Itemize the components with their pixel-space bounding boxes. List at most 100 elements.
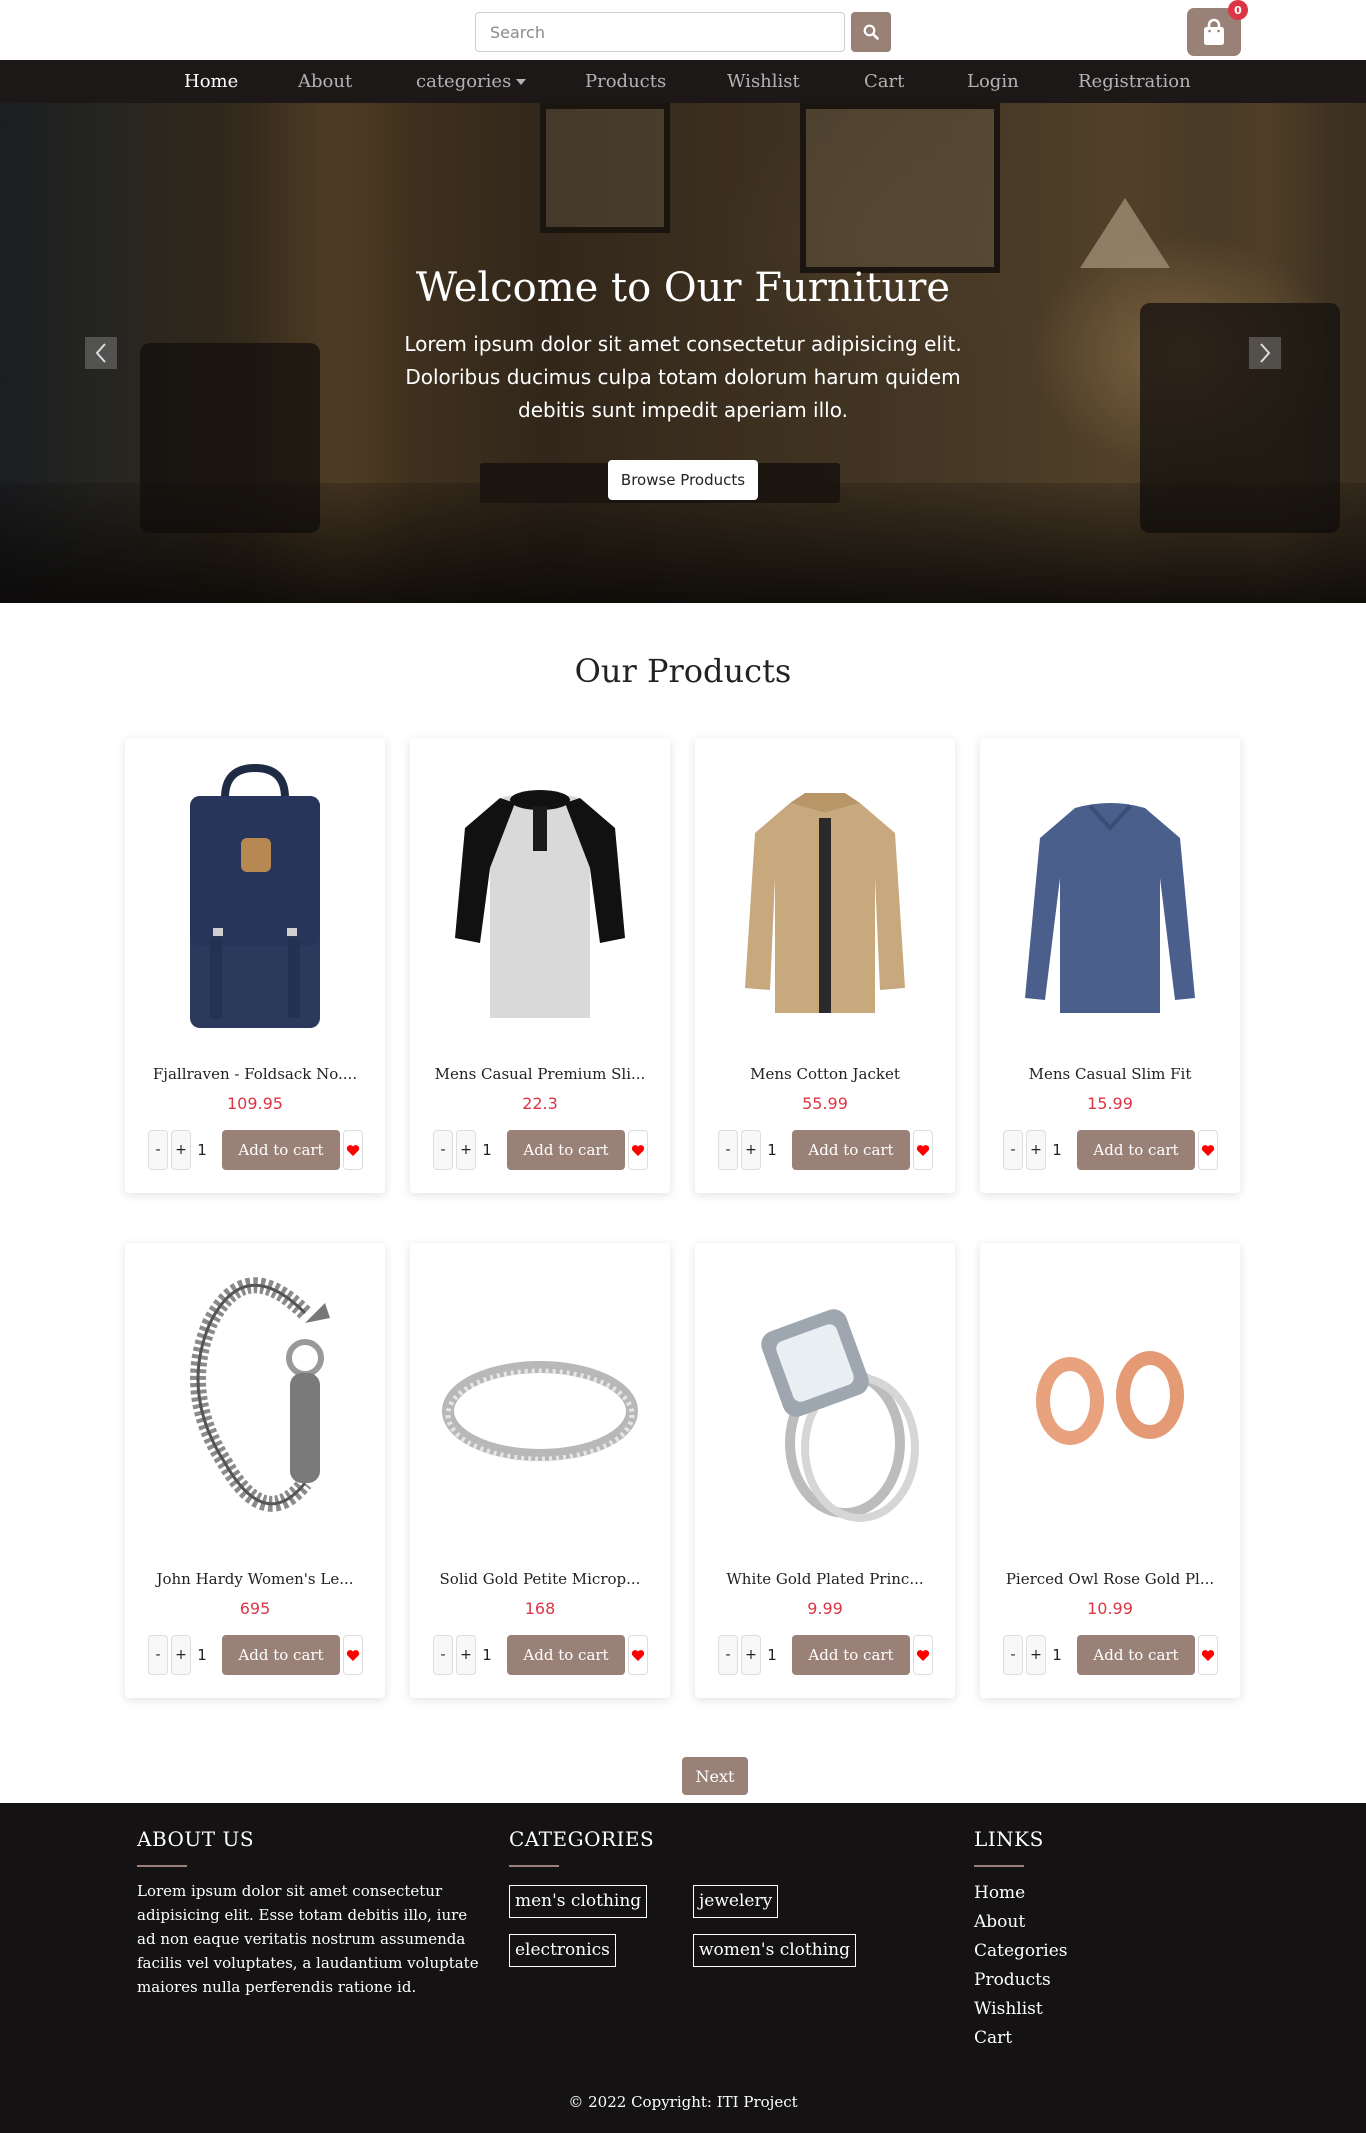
bracelet-image	[190, 1277, 330, 1512]
quantity-increase-button[interactable]: +	[741, 1635, 761, 1675]
jacket-image	[745, 793, 905, 1013]
product-image-backpack[interactable]	[145, 758, 365, 1038]
quantity-value: 1	[1052, 1646, 1062, 1664]
wishlist-button[interactable]	[1198, 1635, 1218, 1675]
earrings-image	[1036, 1351, 1184, 1445]
quantity-decrease-button[interactable]: -	[433, 1130, 453, 1170]
add-to-cart-button[interactable]: Add to cart	[1077, 1130, 1195, 1170]
footer-link-products[interactable]: Products	[974, 1970, 1051, 1990]
wishlist-button[interactable]	[628, 1635, 648, 1675]
product-name[interactable]: Pierced Owl Rose Gold Pl...	[990, 1570, 1230, 1588]
product-price: 22.3	[522, 1094, 558, 1113]
product-image-longsleeve[interactable]	[1000, 758, 1220, 1038]
product-name[interactable]: Mens Casual Slim Fit	[990, 1065, 1230, 1083]
footer-link-categories[interactable]: Categories	[974, 1941, 1068, 1961]
product-price: 109.95	[227, 1094, 283, 1113]
nav-categories-dropdown[interactable]: categories	[416, 60, 527, 103]
quantity-decrease-button[interactable]: -	[148, 1130, 168, 1170]
quantity-increase-button[interactable]: +	[1026, 1130, 1046, 1170]
product-price: 9.99	[807, 1599, 843, 1618]
product-price: 55.99	[802, 1094, 848, 1113]
ring-image	[442, 1361, 638, 1462]
next-page-button[interactable]: Next	[682, 1757, 748, 1795]
product-name[interactable]: John Hardy Women's Le...	[135, 1570, 375, 1588]
quantity-increase-button[interactable]: +	[741, 1130, 761, 1170]
product-image-bracelet[interactable]	[145, 1263, 365, 1543]
footer-about-heading: ABOUT US	[137, 1827, 255, 1851]
add-to-cart-button[interactable]: Add to cart	[222, 1130, 340, 1170]
longsleeve-image	[1025, 803, 1195, 1013]
copyright-text: © 2022 Copyright: ITI Project	[568, 2093, 798, 2111]
wishlist-button[interactable]	[1198, 1130, 1218, 1170]
product-card: Mens Cotton Jacket 55.99 - + 1 Add to ca…	[695, 738, 955, 1193]
quantity-increase-button[interactable]: +	[171, 1130, 191, 1170]
add-to-cart-button[interactable]: Add to cart	[507, 1635, 625, 1675]
nav-cart[interactable]: Cart	[864, 60, 904, 103]
products-section-title: Our Products	[574, 652, 792, 690]
quantity-value: 1	[197, 1646, 207, 1664]
product-card: Mens Casual Slim Fit 15.99 - + 1 Add to …	[980, 738, 1240, 1193]
footer-category-jewelery[interactable]: jewelery	[693, 1885, 779, 1918]
add-to-cart-button[interactable]: Add to cart	[507, 1130, 625, 1170]
carousel-next-button[interactable]	[1249, 337, 1281, 369]
quantity-decrease-button[interactable]: -	[718, 1635, 738, 1675]
quantity-decrease-button[interactable]: -	[433, 1635, 453, 1675]
product-image-jacket[interactable]	[715, 758, 935, 1038]
nav-registration[interactable]: Registration	[1078, 60, 1191, 103]
footer-category-electronics[interactable]: electronics	[509, 1934, 616, 1967]
product-image-diamond-ring[interactable]	[715, 1263, 935, 1543]
quantity-decrease-button[interactable]: -	[1003, 1130, 1023, 1170]
nav-about[interactable]: About	[298, 60, 352, 103]
product-name[interactable]: Fjallraven - Foldsack No....	[135, 1065, 375, 1083]
carousel-prev-button[interactable]	[85, 337, 117, 369]
search-button[interactable]	[851, 12, 891, 52]
heart-icon	[916, 1144, 930, 1156]
quantity-increase-button[interactable]: +	[456, 1635, 476, 1675]
quantity-value: 1	[482, 1646, 492, 1664]
quantity-increase-button[interactable]: +	[456, 1130, 476, 1170]
wishlist-button[interactable]	[913, 1130, 933, 1170]
quantity-increase-button[interactable]: +	[171, 1635, 191, 1675]
product-price: 15.99	[1087, 1094, 1133, 1113]
product-card: Pierced Owl Rose Gold Pl... 10.99 - + 1 …	[980, 1243, 1240, 1698]
product-image-shirt[interactable]	[430, 758, 650, 1038]
product-name[interactable]: Mens Casual Premium Sli...	[420, 1065, 660, 1083]
wishlist-button[interactable]	[343, 1130, 363, 1170]
product-image-earrings[interactable]	[1000, 1263, 1220, 1543]
nav-categories-label: categories	[416, 71, 512, 92]
wishlist-button[interactable]	[343, 1635, 363, 1675]
quantity-decrease-button[interactable]: -	[148, 1635, 168, 1675]
nav-wishlist[interactable]: Wishlist	[727, 60, 800, 103]
wishlist-button[interactable]	[628, 1130, 648, 1170]
quantity-decrease-button[interactable]: -	[1003, 1635, 1023, 1675]
hero-carousel: Welcome to Our Furniture Lorem ipsum dol…	[0, 103, 1366, 603]
footer-link-cart[interactable]: Cart	[974, 2028, 1012, 2048]
nav-home[interactable]: Home	[184, 60, 238, 103]
nav-products[interactable]: Products	[585, 60, 666, 103]
product-name[interactable]: Mens Cotton Jacket	[705, 1065, 945, 1083]
add-to-cart-button[interactable]: Add to cart	[792, 1130, 910, 1170]
footer-divider	[974, 1865, 1024, 1867]
footer-link-home[interactable]: Home	[974, 1883, 1025, 1903]
heart-icon	[346, 1144, 360, 1156]
product-price: 168	[524, 1599, 556, 1618]
footer-link-about[interactable]: About	[974, 1912, 1025, 1932]
quantity-decrease-button[interactable]: -	[718, 1130, 738, 1170]
quantity-increase-button[interactable]: +	[1026, 1635, 1046, 1675]
product-name[interactable]: White Gold Plated Princ...	[705, 1570, 945, 1588]
nav-login[interactable]: Login	[967, 60, 1019, 103]
hero-title: Welcome to Our Furniture	[415, 265, 951, 311]
backpack-image	[190, 763, 320, 1028]
footer-category-mens-clothing[interactable]: men's clothing	[509, 1885, 648, 1918]
heart-icon	[1201, 1144, 1215, 1156]
product-image-ring[interactable]	[430, 1263, 650, 1543]
add-to-cart-button[interactable]: Add to cart	[1077, 1635, 1195, 1675]
browse-products-button[interactable]: Browse Products	[608, 460, 758, 500]
product-name[interactable]: Solid Gold Petite Microp...	[420, 1570, 660, 1588]
footer-link-wishlist[interactable]: Wishlist	[974, 1999, 1043, 2019]
footer-category-womens-clothing[interactable]: women's clothing	[693, 1934, 856, 1967]
add-to-cart-button[interactable]: Add to cart	[222, 1635, 340, 1675]
add-to-cart-button[interactable]: Add to cart	[792, 1635, 910, 1675]
wishlist-button[interactable]	[913, 1635, 933, 1675]
search-input[interactable]	[475, 12, 845, 52]
